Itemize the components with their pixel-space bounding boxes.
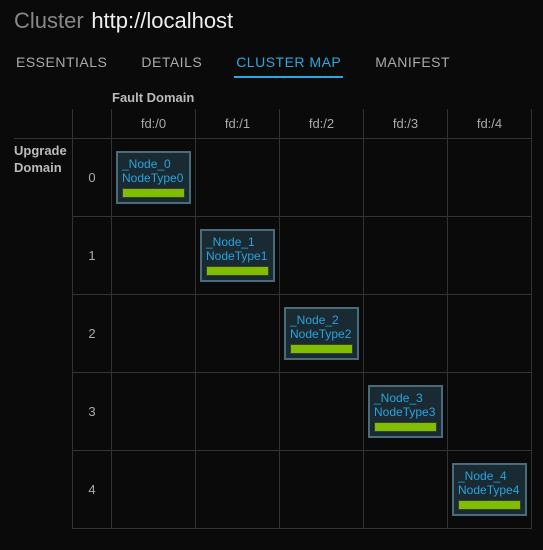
- cell-1-2: [280, 217, 364, 295]
- cell-2-4: [448, 295, 532, 373]
- cell-2-0: [112, 295, 196, 373]
- row-head-1: 1: [72, 217, 112, 295]
- cell-0-4: [448, 139, 532, 217]
- cluster-grid: fd:/0 fd:/1 fd:/2 fd:/3 fd:/4 Upgrade Do…: [14, 109, 543, 529]
- tab-details[interactable]: DETAILS: [139, 48, 204, 78]
- fault-domain-label: Fault Domain: [112, 90, 543, 105]
- cell-3-0: [112, 373, 196, 451]
- tab-bar: ESSENTIALS DETAILS CLUSTER MAP MANIFEST: [0, 38, 543, 78]
- page-header: Cluster http://localhost: [0, 0, 543, 38]
- node-3[interactable]: _Node_3 NodeType3: [368, 385, 443, 438]
- row-head-4: 4: [72, 451, 112, 529]
- cell-2-2: _Node_2 NodeType2: [280, 295, 364, 373]
- cell-2-1: [196, 295, 280, 373]
- cell-4-0: [112, 451, 196, 529]
- grid-blank: [14, 109, 72, 139]
- node-name: _Node_3: [374, 391, 437, 405]
- node-name: _Node_4: [458, 469, 521, 483]
- cluster-map: Fault Domain fd:/0 fd:/1 fd:/2 fd:/3 fd:…: [0, 78, 543, 529]
- cell-0-3: [364, 139, 448, 217]
- cell-1-3: [364, 217, 448, 295]
- node-type: NodeType0: [122, 171, 185, 185]
- cell-0-2: [280, 139, 364, 217]
- cell-0-1: [196, 139, 280, 217]
- health-bar-icon: [374, 422, 437, 432]
- cell-4-1: [196, 451, 280, 529]
- cell-3-3: _Node_3 NodeType3: [364, 373, 448, 451]
- cell-0-0: _Node_0 NodeType0: [112, 139, 196, 217]
- upgrade-domain-label: Upgrade Domain: [14, 139, 72, 529]
- node-1[interactable]: _Node_1 NodeType1: [200, 229, 275, 282]
- col-head-3: fd:/3: [364, 109, 448, 139]
- tab-cluster-map[interactable]: CLUSTER MAP: [234, 48, 343, 78]
- health-bar-icon: [458, 500, 521, 510]
- node-name: _Node_1: [206, 235, 269, 249]
- health-bar-icon: [290, 344, 353, 354]
- grid-corner: [72, 109, 112, 139]
- col-head-0: fd:/0: [112, 109, 196, 139]
- node-type: NodeType4: [458, 483, 521, 497]
- cell-1-0: [112, 217, 196, 295]
- cell-4-3: [364, 451, 448, 529]
- col-head-4: fd:/4: [448, 109, 532, 139]
- node-0[interactable]: _Node_0 NodeType0: [116, 151, 191, 204]
- health-bar-icon: [122, 188, 185, 198]
- node-type: NodeType3: [374, 405, 437, 419]
- node-type: NodeType2: [290, 327, 353, 341]
- cell-3-1: [196, 373, 280, 451]
- cell-4-4: _Node_4 NodeType4: [448, 451, 532, 529]
- node-name: _Node_0: [122, 157, 185, 171]
- health-bar-icon: [206, 266, 269, 276]
- node-4[interactable]: _Node_4 NodeType4: [452, 463, 527, 516]
- cell-1-4: [448, 217, 532, 295]
- cell-1-1: _Node_1 NodeType1: [196, 217, 280, 295]
- cell-3-2: [280, 373, 364, 451]
- tab-manifest[interactable]: MANIFEST: [373, 48, 452, 78]
- node-name: _Node_2: [290, 313, 353, 327]
- tab-essentials[interactable]: ESSENTIALS: [14, 48, 109, 78]
- title-prefix: Cluster: [14, 8, 84, 33]
- col-head-1: fd:/1: [196, 109, 280, 139]
- cell-4-2: [280, 451, 364, 529]
- col-head-2: fd:/2: [280, 109, 364, 139]
- node-type: NodeType1: [206, 249, 269, 263]
- row-head-3: 3: [72, 373, 112, 451]
- row-head-2: 2: [72, 295, 112, 373]
- cell-2-3: [364, 295, 448, 373]
- row-head-0: 0: [72, 139, 112, 217]
- cell-3-4: [448, 373, 532, 451]
- node-2[interactable]: _Node_2 NodeType2: [284, 307, 359, 360]
- title-url: http://localhost: [91, 8, 233, 33]
